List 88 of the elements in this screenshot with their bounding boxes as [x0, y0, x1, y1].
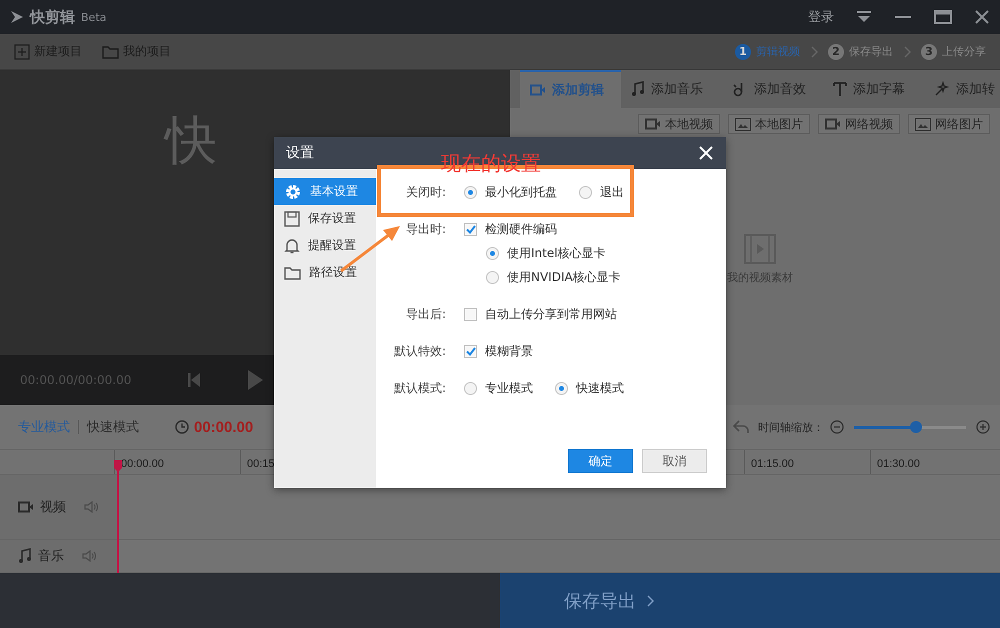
skip-back-icon[interactable]: [188, 372, 200, 388]
current-time: 00:00.00: [194, 418, 254, 436]
radio-option[interactable]: 专业模式: [464, 378, 533, 398]
folder-icon: [284, 266, 301, 280]
zoom-label: 时间轴缩放：: [758, 420, 824, 434]
chevron-right-icon: [646, 594, 654, 606]
source-button[interactable]: 网络视频: [818, 114, 900, 134]
chevron-right-icon: [810, 46, 818, 58]
bell-icon: [284, 237, 300, 254]
chevron-right-icon: [903, 46, 911, 58]
login-link[interactable]: 登录: [808, 8, 834, 26]
checkbox[interactable]: [464, 344, 477, 358]
sidebar-item[interactable]: 提醒设置: [274, 232, 376, 259]
checkmark-icon: [466, 224, 476, 234]
video-camera-icon: [530, 84, 546, 96]
dropdown-menu-icon[interactable]: [856, 11, 872, 23]
video-camera-icon: [825, 118, 841, 130]
radio-option[interactable]: 使用Intel核心显卡: [486, 243, 621, 263]
slider-thumb[interactable]: [910, 421, 922, 433]
tick-label: 00:00.00: [121, 458, 164, 470]
checkbox-option[interactable]: 自动上传分享到常用网站: [464, 304, 617, 324]
video-camera-icon: [18, 501, 34, 513]
cancel-button[interactable]: 取消: [642, 449, 707, 473]
music-note-icon: [631, 81, 645, 97]
text-icon: [833, 82, 847, 96]
tick-label: 01:30.00: [877, 458, 920, 470]
zoom-in-icon[interactable]: [976, 420, 990, 434]
radio-button[interactable]: [464, 186, 477, 198]
video-camera-icon: [645, 118, 661, 130]
source-button[interactable]: 本地图片: [728, 114, 810, 134]
setting-label: 导出后:: [406, 306, 446, 323]
dialog-title: 设置: [286, 144, 314, 162]
checkbox[interactable]: [464, 222, 477, 236]
image-icon: [735, 118, 751, 130]
mode-tab[interactable]: 快速模式: [87, 418, 139, 436]
music-note-icon: [18, 548, 32, 564]
radio-button[interactable]: [464, 382, 477, 394]
plus-square-icon: [14, 44, 30, 60]
checkmark-icon: [466, 346, 476, 356]
setting-label: 默认特效:: [394, 343, 446, 360]
media-tab[interactable]: 添加转: [924, 70, 1000, 108]
tick-label: 01:15.00: [751, 458, 794, 470]
step-indicator: 1 剪辑视频: [735, 44, 800, 60]
app-logo-text: 快剪辑: [30, 8, 75, 26]
radio-button[interactable]: [579, 186, 592, 198]
zoom-slider[interactable]: [854, 421, 966, 433]
image-icon: [915, 118, 931, 130]
checkbox-option[interactable]: 检测硬件编码: [464, 219, 621, 239]
radio-option[interactable]: 退出: [579, 182, 624, 202]
app-version-label: Beta: [81, 10, 106, 24]
radio-button[interactable]: [486, 246, 499, 260]
media-tab[interactable]: 添加音效: [722, 70, 823, 108]
media-tab[interactable]: 添加字幕: [823, 70, 924, 108]
step-indicator: 2 保存导出: [828, 44, 893, 60]
checkbox-option[interactable]: 模糊背景: [464, 341, 533, 361]
radio-option[interactable]: 快速模式: [555, 378, 624, 398]
speaker-icon[interactable]: [82, 550, 96, 562]
track-label: 视频: [40, 499, 67, 516]
source-button[interactable]: 网络图片: [908, 114, 990, 134]
play-icon[interactable]: [248, 370, 263, 390]
folder-icon: [102, 44, 119, 58]
maximize-icon[interactable]: [934, 10, 952, 24]
setting-label: 关闭时:: [406, 184, 446, 201]
close-icon[interactable]: [974, 9, 990, 25]
media-tab[interactable]: 添加音乐: [621, 70, 722, 108]
sidebar-item[interactable]: 保存设置: [274, 205, 376, 232]
confirm-button[interactable]: 确定: [568, 449, 633, 473]
save-icon: [284, 210, 300, 226]
zoom-out-icon[interactable]: [830, 420, 844, 434]
clock-icon: [175, 420, 189, 434]
sparkle-wand-icon: [934, 81, 950, 97]
speaker-icon[interactable]: [84, 501, 98, 513]
undo-icon[interactable]: [732, 419, 750, 435]
radio-button[interactable]: [555, 382, 568, 394]
radio-button[interactable]: [486, 270, 499, 284]
setting-label: 导出时:: [406, 221, 446, 238]
play-logo-icon: [10, 10, 24, 24]
setting-label: 默认模式:: [394, 380, 446, 397]
track-label: 音乐: [38, 548, 65, 565]
settings-icon: [284, 182, 302, 200]
sidebar-item[interactable]: 基本设置: [274, 178, 376, 205]
source-button[interactable]: 本地视频: [638, 114, 720, 134]
radio-option[interactable]: 使用NVIDIA核心显卡: [486, 267, 621, 287]
export-button[interactable]: 保存导出: [500, 573, 1000, 628]
step-indicator: 3 上传分享: [921, 44, 986, 60]
checkbox[interactable]: [464, 308, 477, 320]
radio-option[interactable]: 最小化到托盘: [464, 182, 557, 202]
tick-label: 00:15: [247, 458, 275, 470]
